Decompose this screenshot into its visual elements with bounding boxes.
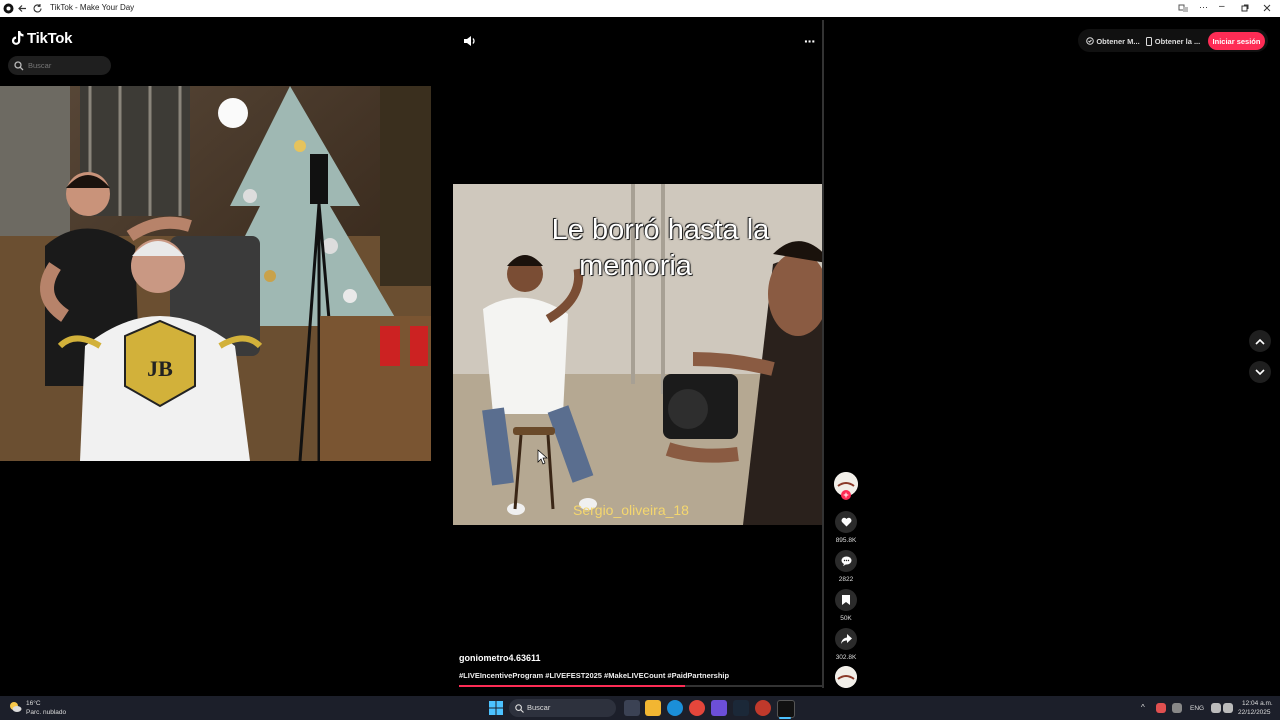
app-icon-x[interactable] (711, 700, 727, 716)
like-count: 895.8K (835, 537, 857, 544)
search-input[interactable]: Buscar (8, 56, 111, 75)
get-app-button-2[interactable]: Obtener la ... (1142, 32, 1204, 50)
active-app-indicator (779, 717, 791, 719)
chevron-down-icon (1255, 368, 1265, 375)
barbershop-photo: JB (0, 86, 431, 461)
chrome-icon[interactable] (689, 700, 705, 716)
clock-time[interactable]: 12:04 a.m. (1242, 700, 1273, 707)
follow-button[interactable]: + (841, 490, 851, 500)
save-button[interactable] (835, 589, 857, 611)
video-watermark: Sergio_oliveira_18 (573, 502, 689, 518)
start-icon[interactable] (489, 701, 503, 715)
phone-icon (1145, 36, 1152, 46)
login-button[interactable]: Iniciar sesión (1208, 32, 1265, 50)
app-icon (3, 3, 14, 14)
browser-title-bar: TikTok - Make Your Day ··· – (0, 0, 1280, 17)
video-progress-bar[interactable] (459, 685, 823, 687)
left-preview-image: JB (0, 86, 431, 461)
next-video-button[interactable] (1249, 361, 1271, 383)
music-disc-image (835, 666, 857, 688)
search-icon (14, 61, 24, 71)
like-button[interactable] (835, 511, 857, 533)
window-title: TikTok - Make Your Day (50, 3, 135, 12)
app-icon-red[interactable] (755, 700, 771, 716)
chevron-up-icon (1255, 338, 1265, 345)
hashtags[interactable]: #LIVEIncentiveProgram #LIVEFEST2025 #Mak… (459, 671, 729, 680)
get-app-button-1[interactable]: Obtener M... (1082, 32, 1144, 50)
minimize-button[interactable]: – (1219, 1, 1225, 12)
clock-date[interactable]: 22/12/2025 (1238, 709, 1271, 716)
share-button[interactable] (835, 628, 857, 650)
search-placeholder: Buscar (28, 61, 52, 70)
get-app-label-1: Obtener M... (1096, 36, 1140, 46)
tiktok-taskbar-icon[interactable] (777, 700, 795, 718)
reload-icon[interactable] (32, 3, 43, 14)
language-indicator[interactable]: ENG (1190, 705, 1204, 712)
tiktok-note-icon (11, 31, 24, 45)
share-icon (840, 634, 852, 644)
task-view-icon[interactable] (624, 700, 640, 716)
badge-icon (1086, 37, 1095, 45)
taskbar-search-icon (515, 704, 524, 713)
feed-divider (822, 20, 824, 688)
svg-text:JB: JB (147, 356, 173, 381)
login-label: Iniciar sesión (1212, 36, 1261, 46)
mic-icon[interactable] (1172, 703, 1182, 713)
weather-temp[interactable]: 16°C (26, 700, 41, 707)
share-count: 302.8K (835, 654, 857, 661)
previous-video-button[interactable] (1249, 330, 1271, 352)
caption-line-2: memoria (579, 250, 692, 282)
taskbar-search[interactable]: Buscar (509, 699, 616, 717)
comment-button[interactable] (835, 550, 857, 572)
music-disc[interactable] (835, 666, 857, 688)
taskbar-search-label: Buscar (527, 703, 551, 712)
taskbar: 16°C Parc. nublado Buscar ^ ENG 12:04 a.… (0, 696, 1280, 720)
comment-count: 2822 (838, 576, 854, 583)
volume-icon[interactable] (463, 35, 477, 47)
bookmark-icon (842, 595, 850, 605)
file-explorer-icon[interactable] (645, 700, 661, 716)
close-button[interactable] (1263, 4, 1271, 12)
back-icon[interactable] (17, 3, 28, 14)
video-caption: Le borró hasta la memoria (453, 212, 868, 284)
volume-tray-icon[interactable] (1223, 703, 1233, 713)
tray-app-icon[interactable] (1156, 703, 1166, 713)
author-name[interactable]: goniometro4.63611 (459, 653, 541, 663)
heart-icon (841, 517, 851, 527)
tray-chevron-icon[interactable]: ^ (1141, 703, 1145, 712)
save-count: 50K (840, 615, 852, 622)
video-progress-fill (459, 685, 685, 687)
more-icon[interactable]: ··· (1199, 2, 1208, 12)
restore-button[interactable] (1241, 4, 1249, 12)
caption-line-1: Le borró hasta la (551, 214, 770, 246)
weather-icon (10, 702, 22, 712)
translate-icon[interactable] (1178, 3, 1189, 14)
weather-desc[interactable]: Parc. nublado (26, 709, 66, 716)
network-icon[interactable] (1211, 703, 1221, 713)
edge-icon[interactable] (667, 700, 683, 716)
logo-text: TikTok (27, 30, 73, 47)
steam-icon[interactable] (733, 700, 749, 716)
get-app-label-2: Obtener la ... (1154, 36, 1201, 46)
more-options-icon[interactable]: ··· (804, 33, 816, 49)
comment-icon (841, 556, 851, 566)
